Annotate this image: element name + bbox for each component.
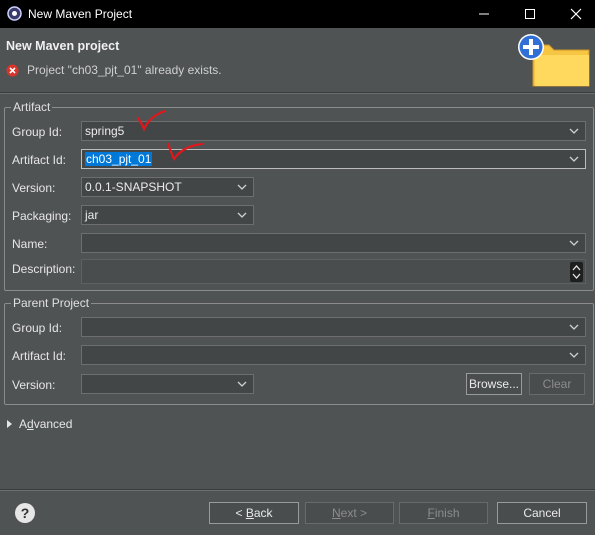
group-id-value: spring5 <box>85 124 125 138</box>
chevron-down-icon <box>569 240 579 246</box>
artifact-group-title: Artifact <box>11 100 53 114</box>
maximize-button[interactable] <box>507 0 553 28</box>
parent-version-combo[interactable] <box>81 374 254 394</box>
parent-project-group-title: Parent Project <box>11 296 92 310</box>
name-label: Name: <box>12 237 48 251</box>
minimize-icon <box>479 13 489 15</box>
finish-button[interactable]: Finish <box>399 502 488 524</box>
description-scroll[interactable] <box>570 262 583 282</box>
advanced-label: Advanced <box>19 417 73 431</box>
close-icon <box>570 8 582 20</box>
browse-button[interactable]: Browse... <box>466 373 522 395</box>
parent-version-label: Version: <box>12 378 56 392</box>
scroll-arrows-icon <box>572 265 581 279</box>
red-checkmark-annotation <box>136 109 167 132</box>
wizard-title: New Maven project <box>6 39 120 53</box>
version-label: Version: <box>12 181 56 195</box>
chevron-down-icon <box>569 156 579 162</box>
chevron-down-icon <box>569 128 579 134</box>
wizard-header: New Maven project Project "ch03_pjt_01" … <box>0 28 595 92</box>
artifact-id-label: Artifact Id: <box>12 153 67 167</box>
packaging-combo[interactable]: jar <box>81 205 254 225</box>
clear-button[interactable]: Clear <box>529 373 585 395</box>
footer-separator-light <box>0 490 595 491</box>
window-title: New Maven Project <box>28 7 133 21</box>
eclipse-app-icon <box>7 6 22 21</box>
name-combo[interactable] <box>81 233 586 253</box>
error-message: Project "ch03_pjt_01" already exists. <box>27 63 222 77</box>
cancel-button[interactable]: Cancel <box>497 502 587 524</box>
back-button[interactable]: < Back <box>209 502 299 524</box>
description-label: Description: <box>12 262 76 276</box>
artifact-id-selected-text: ch03_pjt_01 <box>85 152 153 166</box>
chevron-down-icon <box>569 324 579 330</box>
packaging-label: Packaging: <box>12 209 72 223</box>
chevron-down-icon <box>569 352 579 358</box>
parent-group-id-combo[interactable] <box>81 317 586 337</box>
chevron-down-icon <box>237 184 247 190</box>
red-checkmark-annotation <box>166 142 204 162</box>
version-combo[interactable]: 0.0.1-SNAPSHOT <box>81 177 254 197</box>
chevron-down-icon <box>237 212 247 218</box>
description-textarea[interactable] <box>81 259 586 284</box>
artifact-id-value: ch03_pjt_01 <box>85 152 153 166</box>
packaging-value: jar <box>85 208 99 222</box>
parent-artifact-id-label: Artifact Id: <box>12 349 67 363</box>
chevron-down-icon <box>237 381 247 387</box>
header-separator-light <box>0 93 595 94</box>
maximize-icon <box>525 9 535 19</box>
parent-artifact-id-combo[interactable] <box>81 345 586 365</box>
version-value: 0.0.1-SNAPSHOT <box>85 180 182 194</box>
group-id-label: Group Id: <box>12 125 63 139</box>
minimize-button[interactable] <box>461 0 507 28</box>
parent-group-id-label: Group Id: <box>12 321 63 335</box>
title-bar: New Maven Project <box>0 0 595 28</box>
expand-triangle-icon <box>7 420 12 428</box>
next-button[interactable]: Next > <box>305 502 394 524</box>
close-window-button[interactable] <box>553 0 595 28</box>
error-icon <box>6 64 19 77</box>
new-folder-icon <box>518 34 590 87</box>
artifact-id-combo[interactable]: ch03_pjt_01 <box>81 149 586 169</box>
help-icon[interactable]: ? <box>15 503 35 523</box>
